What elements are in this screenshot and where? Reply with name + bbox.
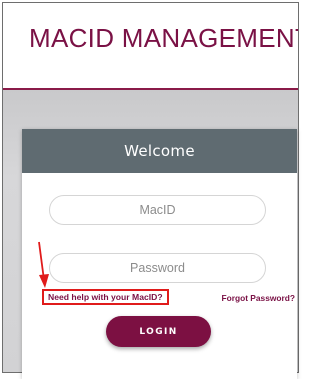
page-header: MACID MANAGEMENT [3,3,298,90]
login-button[interactable]: LOGIN [106,316,211,347]
macid-help-link[interactable]: Need help with your MacID? [42,289,169,305]
login-card-header: Welcome [22,129,297,173]
page-title: MACID MANAGEMENT [29,23,299,53]
macid-input[interactable] [49,195,266,225]
login-card-title: Welcome [124,142,195,160]
login-card: Welcome Need help with your MacID? Forgo… [22,129,297,379]
forgot-password-link[interactable]: Forgot Password? [221,293,295,303]
password-input[interactable] [49,253,266,283]
